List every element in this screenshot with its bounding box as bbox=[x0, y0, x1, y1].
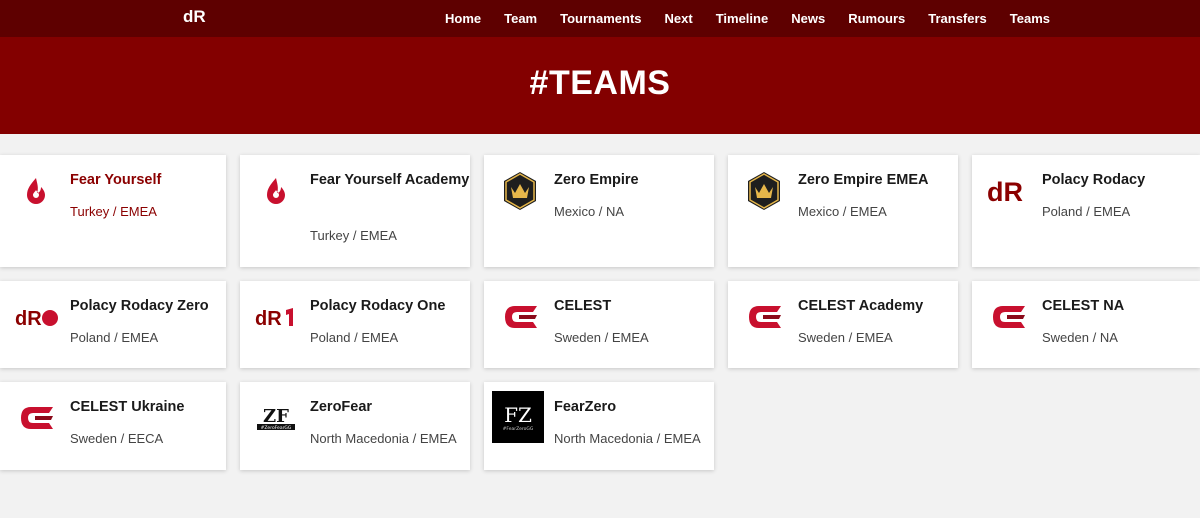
team-region: North Macedonia / EMEA bbox=[554, 431, 701, 446]
nav-rumours[interactable]: Rumours bbox=[848, 11, 905, 26]
team-region: Turkey / EMEA bbox=[70, 204, 157, 219]
team-card-zerofear[interactable]: ZF #ZeroFearGG ZeroFear North Macedonia … bbox=[240, 382, 470, 470]
celest-c-icon bbox=[738, 291, 790, 343]
dr-logo-icon[interactable]: dR bbox=[183, 4, 209, 28]
team-region: Turkey / EMEA bbox=[310, 228, 397, 243]
team-card-polacy-rodacy-zero[interactable]: dR Polacy Rodacy Zero Poland / EMEA bbox=[0, 281, 226, 368]
team-name: CELEST bbox=[554, 298, 612, 314]
nav-transfers[interactable]: Transfers bbox=[928, 11, 987, 26]
team-region: Sweden / NA bbox=[1042, 330, 1118, 345]
svg-text:FZ: FZ bbox=[504, 403, 532, 427]
svg-text:#FearZeroGG: #FearZeroGG bbox=[503, 426, 534, 432]
fz-logo-icon: FZ #FearZeroGG bbox=[492, 391, 544, 443]
svg-text:#ZeroFearGG: #ZeroFearGG bbox=[261, 425, 292, 431]
page-title: #TEAMS bbox=[529, 64, 671, 102]
nav-teams[interactable]: Teams bbox=[1010, 11, 1050, 26]
team-region: Poland / EMEA bbox=[310, 330, 399, 345]
team-region: Mexico / EMEA bbox=[798, 204, 887, 219]
svg-text:dR: dR bbox=[255, 308, 282, 329]
nav-news[interactable]: News bbox=[791, 11, 825, 26]
celest-c-icon bbox=[982, 291, 1034, 343]
dr-zero-logo-icon: dR bbox=[10, 291, 62, 343]
team-card-celest[interactable]: CELEST Sweden / EMEA bbox=[484, 281, 714, 368]
flame-icon bbox=[250, 165, 302, 217]
team-region: Poland / EMEA bbox=[1042, 204, 1131, 219]
team-region: Sweden / EECA bbox=[70, 431, 164, 446]
dr-one-logo-icon: dR bbox=[250, 291, 302, 343]
svg-text:ZF: ZF bbox=[263, 406, 289, 427]
team-name: FearZero bbox=[554, 399, 617, 415]
team-name: Polacy Rodacy bbox=[1042, 172, 1146, 188]
celest-c-icon bbox=[10, 392, 62, 444]
team-name: CELEST Ukraine bbox=[70, 399, 185, 415]
team-name: ZeroFear bbox=[310, 399, 373, 415]
flame-icon bbox=[10, 165, 62, 217]
page-hero: #TEAMS bbox=[0, 37, 1200, 134]
team-card-fear-yourself[interactable]: Fear Yourself Turkey / EMEA bbox=[0, 155, 226, 267]
team-name: Polacy Rodacy One bbox=[310, 298, 446, 314]
team-card-celest-ukraine[interactable]: CELEST Ukraine Sweden / EECA bbox=[0, 382, 226, 470]
team-name: Zero Empire EMEA bbox=[798, 172, 929, 188]
team-region: North Macedonia / EMEA bbox=[310, 431, 457, 446]
nav-home[interactable]: Home bbox=[445, 11, 481, 26]
team-region: Sweden / EMEA bbox=[798, 330, 893, 345]
nav-tournaments[interactable]: Tournaments bbox=[560, 11, 641, 26]
main-nav: Home Team Tournaments Next Timeline News… bbox=[445, 11, 1073, 26]
team-card-celest-na[interactable]: CELEST NA Sweden / NA bbox=[972, 281, 1200, 368]
nav-timeline[interactable]: Timeline bbox=[716, 11, 769, 26]
team-card-zero-empire-emea[interactable]: Zero Empire EMEA Mexico / EMEA bbox=[728, 155, 958, 267]
team-name: CELEST Academy bbox=[798, 298, 924, 314]
team-card-polacy-rodacy[interactable]: dR Polacy Rodacy Poland / EMEA bbox=[972, 155, 1200, 267]
team-region: Mexico / NA bbox=[554, 204, 625, 219]
logo-text: dR bbox=[183, 7, 206, 26]
nav-team[interactable]: Team bbox=[504, 11, 537, 26]
crown-shield-icon bbox=[738, 165, 790, 217]
celest-c-icon bbox=[494, 291, 546, 343]
dr-logo-icon: dR bbox=[982, 165, 1034, 217]
team-card-fearzero[interactable]: FZ #FearZeroGG FearZero North Macedonia … bbox=[484, 382, 714, 470]
team-name: Fear Yourself bbox=[70, 172, 162, 188]
team-region: Sweden / EMEA bbox=[554, 330, 649, 345]
team-card-polacy-rodacy-one[interactable]: dR Polacy Rodacy One Poland / EMEA bbox=[240, 281, 470, 368]
team-region: Poland / EMEA bbox=[70, 330, 159, 345]
team-card-fear-yourself-academy[interactable]: Fear Yourself Academy Turkey / EMEA bbox=[240, 155, 470, 267]
zf-logo-icon: ZF #ZeroFearGG bbox=[250, 392, 302, 444]
team-card-celest-academy[interactable]: CELEST Academy Sweden / EMEA bbox=[728, 281, 958, 368]
team-name: CELEST NA bbox=[1042, 298, 1125, 314]
team-name: Polacy Rodacy Zero bbox=[70, 298, 209, 314]
svg-text:dR: dR bbox=[987, 177, 1023, 206]
top-navbar: dR Home Team Tournaments Next Timeline N… bbox=[0, 0, 1200, 37]
nav-next[interactable]: Next bbox=[665, 11, 693, 26]
team-card-zero-empire[interactable]: Zero Empire Mexico / NA bbox=[484, 155, 714, 267]
crown-shield-icon bbox=[494, 165, 546, 217]
team-name: Fear Yourself Academy bbox=[310, 172, 470, 188]
svg-text:dR: dR bbox=[15, 308, 42, 329]
team-name: Zero Empire bbox=[554, 172, 639, 188]
